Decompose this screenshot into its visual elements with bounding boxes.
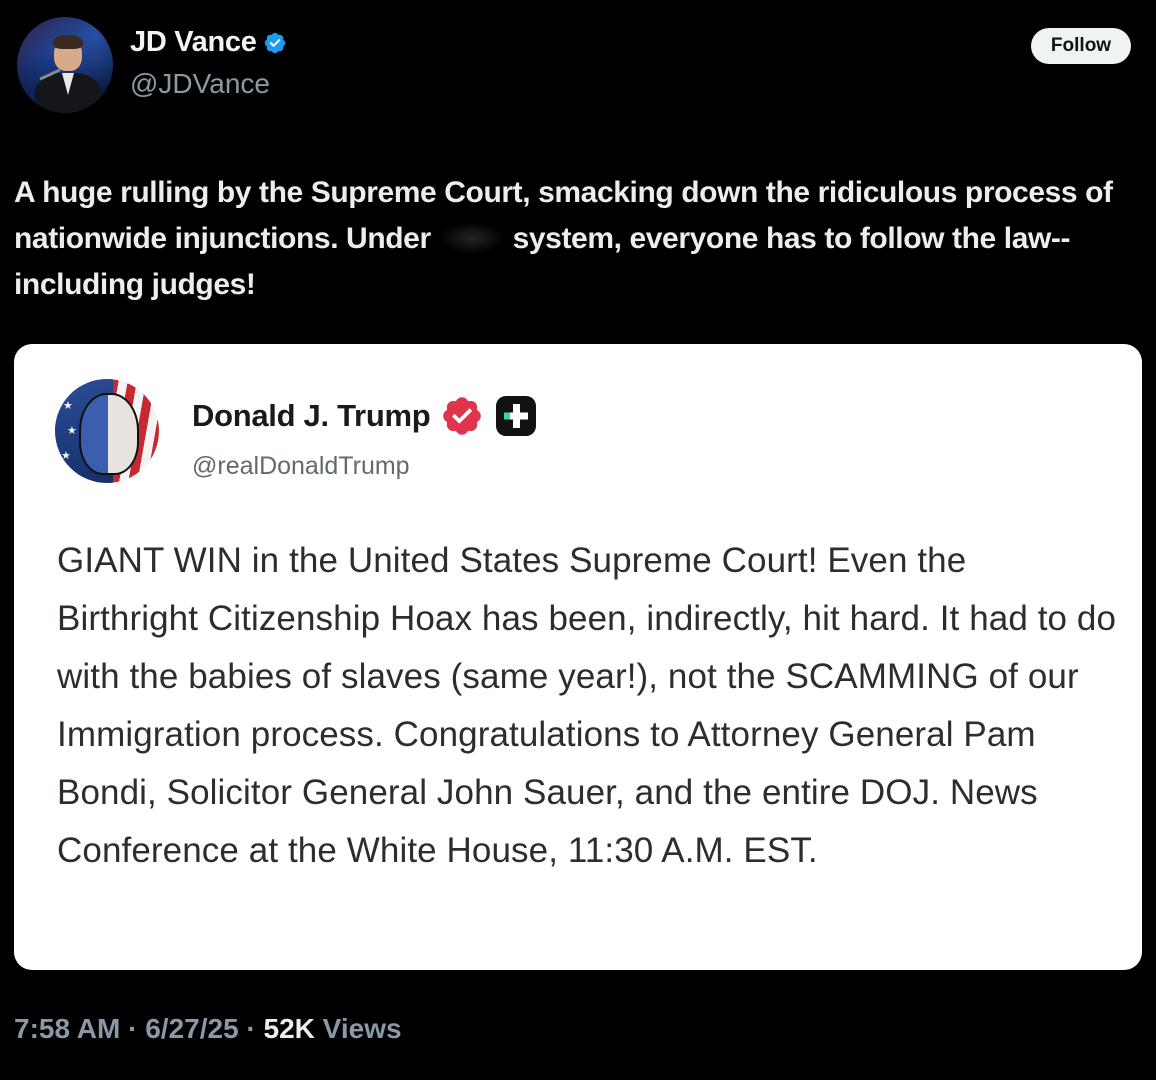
follow-button[interactable]: Follow <box>1031 28 1131 64</box>
star-icon: ★ <box>63 400 73 412</box>
post-date[interactable]: 6/27/25 <box>145 1013 238 1045</box>
author-name[interactable]: JD Vance <box>130 26 257 59</box>
quoted-post-card[interactable]: ★ ★ ★ Donald J. Trump @realDonaldTrump G… <box>14 344 1142 970</box>
post-time[interactable]: 7:58 AM <box>14 1013 120 1045</box>
verified-badge-icon <box>264 32 285 53</box>
author-name-row: JD Vance <box>130 26 287 59</box>
quoted-name-row: Donald J. Trump <box>192 394 538 438</box>
author-avatar[interactable] <box>17 17 113 113</box>
star-icon: ★ <box>67 425 77 437</box>
truth-verified-badge-icon <box>443 397 482 435</box>
views-label: Views <box>314 1013 402 1044</box>
quoted-author-avatar[interactable]: ★ ★ ★ <box>55 379 159 483</box>
avatar-hair <box>53 35 83 49</box>
post-meta: 7:58 AM · 6/27/25 · 52K Views <box>14 1013 402 1045</box>
author-handle[interactable]: @JDVance <box>130 68 270 100</box>
meta-separator: · <box>120 1013 146 1044</box>
redacted-blur <box>438 222 505 254</box>
meta-separator: · <box>238 1013 264 1044</box>
quoted-post-text: GIANT WIN in the United States Supreme C… <box>57 541 1117 870</box>
views-count: 52K <box>263 1013 315 1044</box>
truth-plus-icon <box>496 396 537 436</box>
avatar-face <box>79 393 139 475</box>
star-icon: ★ <box>61 450 71 462</box>
post-text: A huge rulling by the Supreme Court, sma… <box>14 170 1144 308</box>
quoted-author-handle[interactable]: @realDonaldTrump <box>192 452 410 481</box>
quoted-author-name[interactable]: Donald J. Trump <box>192 398 431 434</box>
